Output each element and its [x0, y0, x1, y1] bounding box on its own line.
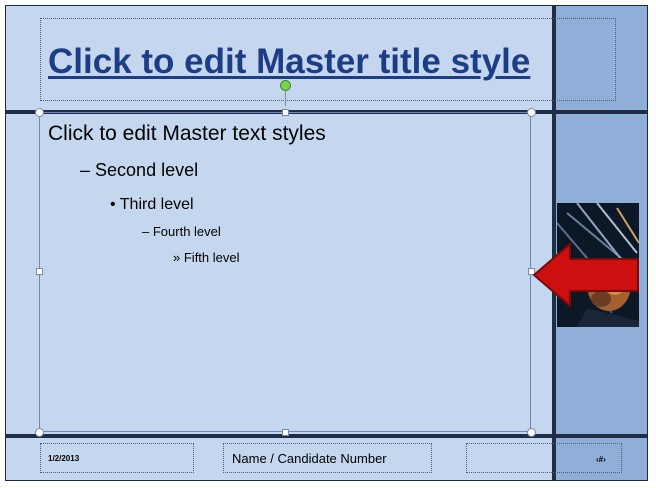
footer-divider — [6, 434, 647, 438]
footer-date: 1/2/2013 — [48, 454, 80, 463]
bullet-chevron: » — [173, 250, 181, 265]
text-level-3[interactable]: • Third level — [110, 196, 194, 214]
slide-number: ‹#› — [596, 455, 606, 464]
resize-handle-top-right[interactable] — [527, 108, 536, 117]
text-level-5[interactable]: » Fifth level — [173, 250, 240, 265]
text-level-4[interactable]: – Fourth level — [142, 224, 221, 239]
rotation-handle[interactable] — [280, 80, 291, 91]
resize-handle-left[interactable] — [36, 268, 43, 275]
text-level-1[interactable]: Click to edit Master text styles — [48, 122, 326, 146]
bullet-dash: – — [80, 160, 91, 180]
bullet-dot: • — [110, 196, 116, 213]
left-arrow-icon — [532, 241, 640, 313]
text-level-3-label: Third level — [119, 196, 194, 213]
text-level-4-label: Fourth level — [152, 224, 221, 239]
text-level-5-label: Fifth level — [183, 250, 240, 265]
text-level-1-label: Click to edit Master text styles — [48, 122, 326, 145]
rotation-stem — [285, 91, 286, 106]
resize-handle-top[interactable] — [282, 109, 289, 116]
master-title[interactable]: Click to edit Master title style — [48, 42, 530, 82]
resize-handle-bottom-left[interactable] — [35, 428, 44, 437]
text-level-2[interactable]: – Second level — [80, 160, 198, 181]
bullet-dash: – — [142, 224, 150, 239]
resize-handle-top-left[interactable] — [35, 108, 44, 117]
text-level-2-label: Second level — [95, 160, 199, 180]
resize-handle-bottom[interactable] — [282, 429, 289, 436]
resize-handle-bottom-right[interactable] — [527, 428, 536, 437]
footer-name: Name / Candidate Number — [232, 451, 387, 466]
